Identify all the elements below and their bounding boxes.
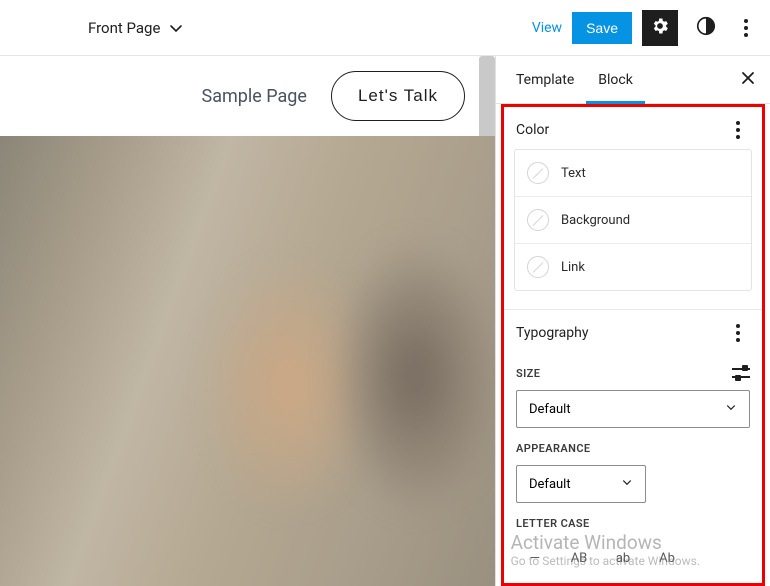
lettercase-label-row: LETTER CASE xyxy=(504,503,762,536)
appearance-select[interactable]: Default xyxy=(516,465,646,503)
size-label-row: SIZE xyxy=(504,352,762,386)
swatch-icon xyxy=(527,209,549,231)
case-capitalize-button[interactable]: Ab xyxy=(648,542,686,574)
color-title: Color xyxy=(516,122,549,138)
typography-section-header: Typography xyxy=(504,310,762,352)
top-toolbar: Front Page View Save xyxy=(0,0,770,56)
case-none-button[interactable]: — xyxy=(516,542,554,574)
tab-template[interactable]: Template xyxy=(504,56,586,103)
appearance-label-row: APPEARANCE xyxy=(504,428,762,461)
panel-tabs: Template Block xyxy=(496,56,770,104)
lettercase-label: LETTER CASE xyxy=(516,517,590,530)
color-item-link[interactable]: Link xyxy=(515,244,751,290)
typography-menu-button[interactable] xyxy=(726,324,750,342)
swatch-icon xyxy=(527,256,549,278)
styles-button[interactable] xyxy=(688,10,724,46)
color-label: Link xyxy=(561,260,585,275)
color-label: Background xyxy=(561,213,630,228)
toolbar-actions: View Save xyxy=(532,10,758,46)
page-selector[interactable]: Front Page xyxy=(18,19,184,37)
size-value: Default xyxy=(529,402,571,417)
color-label: Text xyxy=(561,166,586,181)
hero-image xyxy=(0,136,495,586)
color-item-text[interactable]: Text xyxy=(515,150,751,197)
size-label: SIZE xyxy=(516,367,540,380)
chevron-down-icon xyxy=(621,476,633,492)
gear-icon xyxy=(650,16,670,40)
nav-link-sample[interactable]: Sample Page xyxy=(202,86,307,107)
more-menu-button[interactable] xyxy=(734,19,758,37)
case-lower-button[interactable]: ab xyxy=(604,542,642,574)
save-button[interactable]: Save xyxy=(572,12,632,44)
color-menu-button[interactable] xyxy=(726,121,750,139)
color-section-header: Color xyxy=(504,107,762,149)
highlighted-region: Color Text Background Link Ty xyxy=(501,104,765,586)
chevron-down-icon xyxy=(168,20,184,36)
appearance-label: APPEARANCE xyxy=(516,442,591,455)
typography-title: Typography xyxy=(516,325,588,341)
view-link[interactable]: View xyxy=(532,20,562,36)
color-options: Text Background Link xyxy=(514,149,752,291)
editor-canvas: Sample Page Let's Talk xyxy=(0,56,495,586)
cta-button[interactable]: Let's Talk xyxy=(331,71,465,121)
scrollbar-thumb[interactable] xyxy=(479,56,495,146)
settings-panel: Template Block Color Text Background xyxy=(495,56,770,586)
main-area: Sample Page Let's Talk Template Block xyxy=(0,56,770,586)
sliders-icon[interactable] xyxy=(732,366,750,380)
close-panel-button[interactable] xyxy=(734,64,762,96)
tab-block[interactable]: Block xyxy=(586,56,645,103)
appearance-value: Default xyxy=(529,477,571,492)
size-select[interactable]: Default xyxy=(516,390,750,428)
letter-case-options: — AB ab Ab xyxy=(504,536,762,574)
case-upper-button[interactable]: AB xyxy=(560,542,598,574)
color-item-background[interactable]: Background xyxy=(515,197,751,244)
close-icon xyxy=(740,71,756,90)
contrast-icon xyxy=(695,15,717,41)
site-header: Sample Page Let's Talk xyxy=(0,56,495,136)
settings-button[interactable] xyxy=(642,10,678,46)
swatch-icon xyxy=(527,162,549,184)
page-name: Front Page xyxy=(18,19,160,37)
chevron-down-icon xyxy=(725,401,737,417)
